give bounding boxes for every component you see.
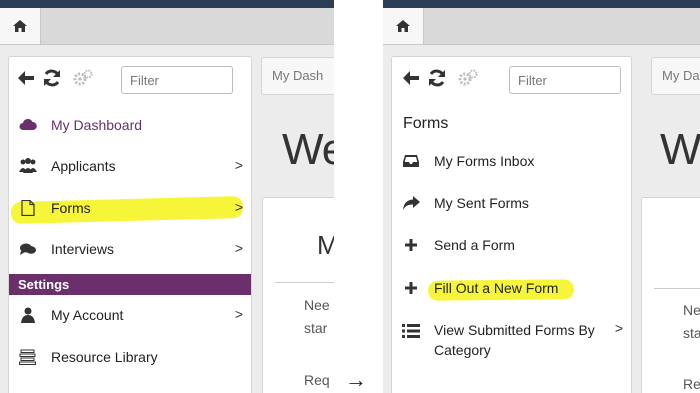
menu-item-label: Fill Out a New Form [434, 280, 559, 296]
home-tab[interactable] [383, 8, 424, 44]
users-icon [19, 158, 37, 173]
gears-icon[interactable] [458, 69, 478, 87]
menu-item-send-a-form[interactable]: Send a Form [392, 225, 631, 265]
sidebar-item-label: Resource Library [51, 349, 158, 365]
content-card: Ne sta Re [641, 197, 700, 393]
card-text-line: Ne [683, 302, 700, 318]
menu-item-my-forms-inbox[interactable]: My Forms Inbox [392, 141, 631, 181]
home-icon [396, 20, 410, 32]
list-icon [402, 324, 420, 338]
sidebar-item-label: Applicants [51, 158, 116, 174]
menu-item-label: View Submitted Forms By Category [434, 322, 595, 358]
sidebar-item-resource-library[interactable]: Resource Library [9, 337, 251, 377]
menu-item-label: Send a Form [434, 237, 515, 253]
menu-item-label: My Forms Inbox [434, 153, 535, 169]
filter-input[interactable] [509, 66, 621, 94]
sidebar: My Dashboard Applicants > Forms > Interv… [8, 56, 252, 393]
content-card: M Nee star Req [262, 197, 334, 393]
card-divider [654, 288, 700, 289]
before-screenshot-panel: My Dashboard Applicants > Forms > Interv… [0, 0, 334, 393]
submenu-heading: Forms [403, 115, 449, 132]
chevron-right-icon: > [234, 199, 243, 215]
top-bar [383, 0, 700, 8]
home-tab[interactable] [0, 8, 41, 44]
sidebar-toolbar [9, 57, 251, 103]
gears-icon[interactable] [73, 69, 93, 87]
forms-submenu: Forms My Forms Inbox My Sent Forms Send … [391, 56, 632, 393]
tab-bar [383, 8, 700, 45]
share-icon [403, 196, 420, 210]
cloud-icon [19, 118, 37, 130]
sidebar-item-applicants[interactable]: Applicants > [9, 146, 251, 186]
refresh-icon[interactable] [43, 69, 61, 87]
library-icon [19, 349, 36, 365]
home-icon [13, 20, 27, 32]
page-title: We [282, 125, 334, 174]
transition-arrow-icon: → [345, 367, 367, 392]
sidebar-item-label: Forms [51, 200, 91, 216]
back-arrow-icon[interactable] [402, 69, 420, 87]
menu-item-fill-out-a-new-form[interactable]: Fill Out a New Form [392, 268, 631, 308]
comments-icon [20, 243, 36, 255]
sidebar-item-label: My Account [51, 307, 124, 323]
chevron-right-icon: > [614, 320, 623, 336]
card-heading: M [317, 230, 334, 260]
inbox-icon [403, 155, 419, 167]
after-screenshot-panel: Forms My Forms Inbox My Sent Forms Send … [383, 0, 700, 393]
breadcrumb[interactable]: My Dash [261, 57, 334, 95]
sidebar-item-forms[interactable]: Forms > [9, 188, 251, 228]
card-text-line: sta [683, 325, 700, 341]
card-text-line: Req [304, 372, 330, 388]
menu-item-view-submitted-forms-by-category[interactable]: View Submitted Forms By Category > [392, 315, 631, 359]
chevron-right-icon: > [234, 240, 243, 256]
sidebar-item-my-account[interactable]: My Account > [9, 295, 251, 335]
card-text-line: Nee [304, 297, 330, 313]
document-icon [21, 200, 35, 216]
card-text-line: star [304, 320, 328, 336]
top-bar [0, 0, 334, 8]
filter-input[interactable] [121, 66, 233, 94]
page-title: We [660, 125, 700, 174]
user-icon [21, 307, 35, 323]
breadcrumb[interactable]: My Da [651, 57, 700, 95]
chevron-right-icon: > [234, 157, 243, 173]
plus-icon [405, 282, 417, 294]
settings-section-header: Settings [9, 274, 251, 295]
menu-item-my-sent-forms[interactable]: My Sent Forms [392, 183, 631, 223]
sidebar-item-interviews[interactable]: Interviews > [9, 229, 251, 269]
refresh-icon[interactable] [428, 69, 446, 87]
sidebar-item-my-dashboard[interactable]: My Dashboard [9, 105, 251, 145]
back-arrow-icon[interactable] [17, 69, 35, 87]
sidebar-item-label: My Dashboard [51, 117, 143, 133]
sidebar-toolbar [392, 57, 631, 103]
sidebar-item-label: Interviews [51, 241, 115, 257]
menu-item-label: My Sent Forms [434, 195, 529, 211]
plus-icon [405, 239, 417, 251]
chevron-right-icon: > [234, 306, 243, 322]
card-divider [275, 282, 334, 283]
card-text-line: Re [683, 376, 700, 392]
tab-bar [0, 8, 334, 45]
